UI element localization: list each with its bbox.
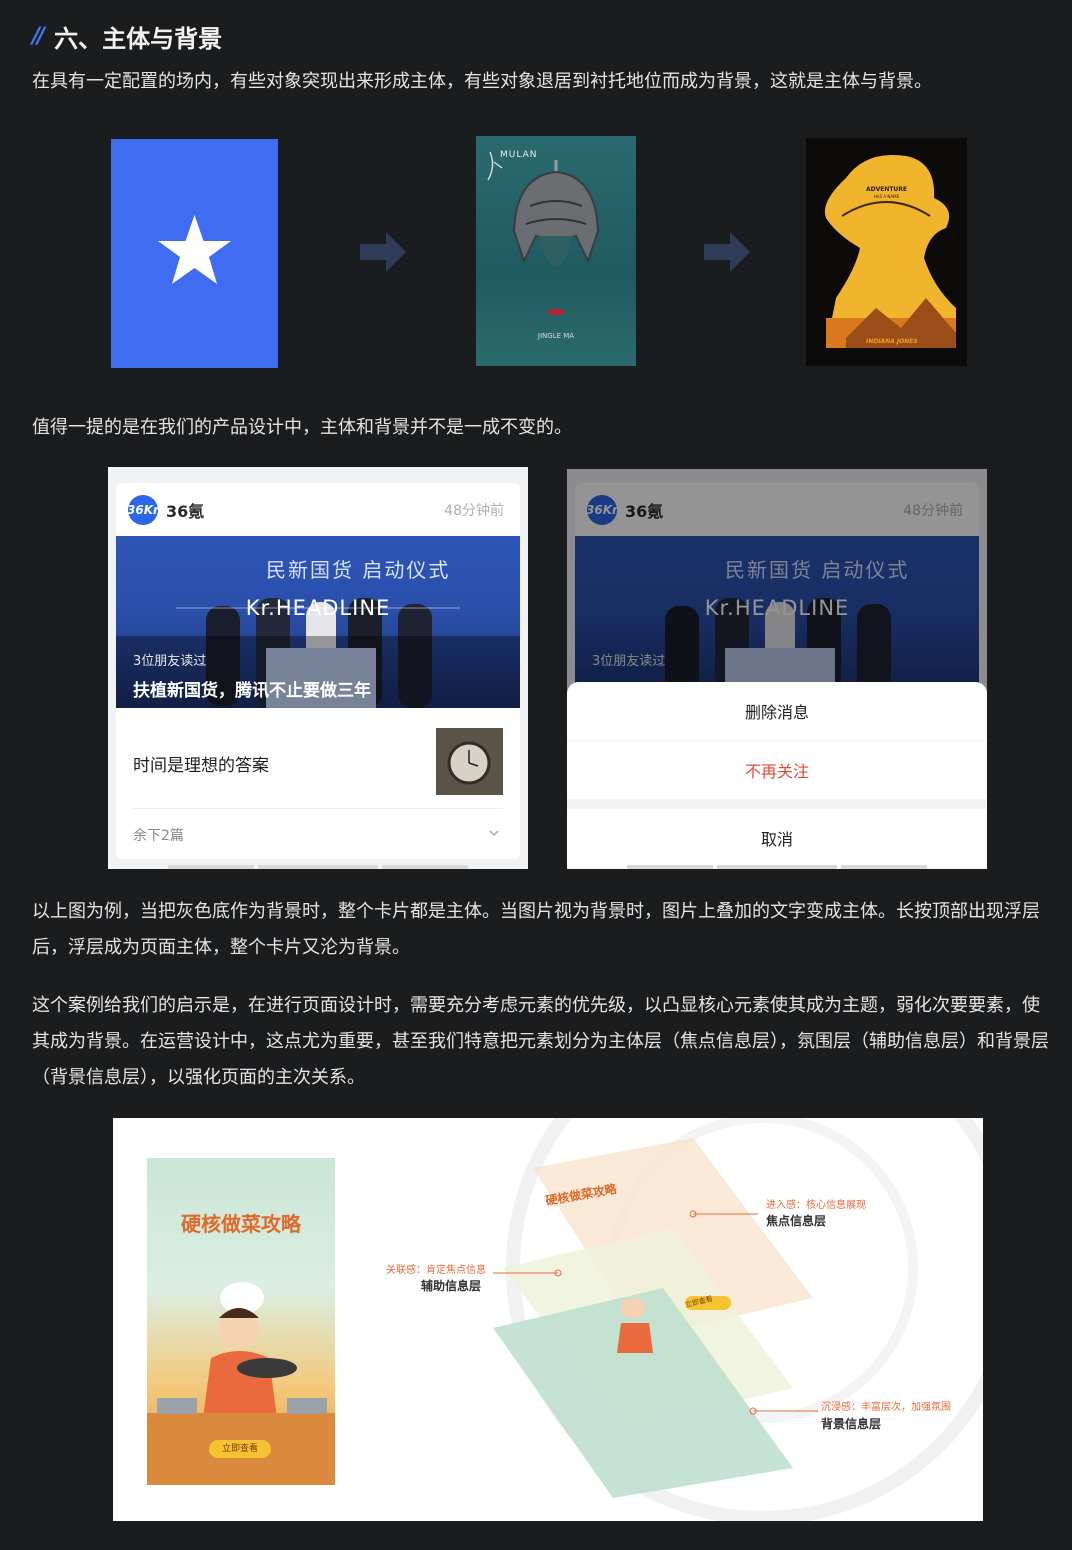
scroll-indicator-2 [627, 865, 927, 869]
scroll-indicator [168, 865, 468, 869]
layer-illustration: 硬核做菜攻略 立即查看 硬核做菜攻略 立即查看 进入感：核心信息展现 焦点信息层… [113, 1118, 983, 1521]
unfollow-button[interactable]: 不再关注 [567, 741, 987, 799]
action-sheet: 删除消息 不再关注 取消 [567, 682, 987, 869]
headline-overlay: Kr.HEADLINE [245, 596, 391, 620]
silhouette-illustration [824, 154, 956, 348]
note-paragraph: 值得一提的是在我们的产品设计中，主体和背景并不是一成不变的。 [32, 417, 572, 438]
focus-layer-desc: 进入感：核心信息展现 [766, 1200, 866, 1211]
insight-paragraph: 这个案例给我们的启示是，在进行页面设计时，需要充分考虑元素的优先级，以凸显核心元… [32, 995, 1049, 1088]
aux-layer-name: 辅助信息层 [421, 1279, 482, 1293]
indiana-logo: INDIANA JONES [866, 338, 918, 345]
focus-layer-name: 焦点信息层 [766, 1214, 827, 1228]
heading-slash-icon: // [32, 23, 45, 49]
pocket-watch-thumbnail[interactable] [436, 728, 503, 795]
bg-layer-desc: 沉浸感：丰富层次，加强氛围 [821, 1402, 951, 1413]
adventure-text: ADVENTURE [865, 186, 908, 193]
chevron-down-icon[interactable] [488, 827, 500, 839]
heading-title: 六、主体与背景 [54, 24, 223, 53]
aux-layer-desc: 关联感：肯定焦点信息 [386, 1265, 486, 1276]
source-name: 36氪 [166, 502, 205, 521]
adventure-sub: HAS A NAME [873, 194, 900, 199]
article-title[interactable]: 时间是理想的答案 [133, 751, 269, 776]
divider [133, 808, 503, 809]
callout-lines [493, 1210, 818, 1415]
arrow-right-icon [360, 232, 406, 272]
feed-card[interactable]: 36Kr 36氪 48分钟前 民新国货 启动仪式 Kr.HEADLINE 3位朋… [116, 483, 520, 859]
mulan-credit: JINGLE MA [537, 332, 575, 340]
publish-time: 48分钟前 [444, 503, 504, 519]
feed-card-phone: 36Kr 36氪 48分钟前 民新国货 启动仪式 Kr.HEADLINE 3位朋… [108, 467, 528, 869]
delete-message-button[interactable]: 删除消息 [567, 682, 987, 740]
star-card [111, 139, 278, 368]
mulan-poster: MULAN JINGLE MA [476, 136, 636, 366]
arrow-right-icon-2 [704, 232, 750, 272]
source-row: 36Kr 36氪 48分钟前 [127, 495, 504, 525]
star-icon [158, 215, 231, 284]
feed-card-phone-sheet: 36Kr 36氪 48分钟前 民新国货 启动仪式 Kr.HEADLINE 3位朋… [567, 469, 987, 869]
explain-paragraph: 以上图为例，当把灰色底作为背景时，整个卡片都是主体。当图片视为背景时，图片上叠加… [32, 901, 1040, 958]
intro-paragraph: 在具有一定配置的场内，有些对象突现出来形成主体，有些对象退居到衬托地位而成为背景… [32, 71, 932, 92]
section-heading: // 六、主体与背景 [32, 18, 222, 54]
hero-title[interactable]: 扶植新国货，腾讯不止要做三年 [133, 676, 371, 701]
cancel-button[interactable]: 取消 [567, 809, 987, 867]
friends-read: 3位朋友读过 [133, 654, 207, 669]
36kr-logo: 36Kr [127, 495, 159, 525]
remaining-count[interactable]: 余下2篇 [133, 825, 184, 845]
adventure-poster: ADVENTURE HAS A NAME INDIANA JONES [806, 138, 967, 366]
hero-image[interactable]: 民新国货 启动仪式 Kr.HEADLINE 3位朋友读过 扶植新国货，腾讯不止要… [116, 536, 520, 708]
bg-layer-name: 背景信息层 [821, 1417, 882, 1431]
